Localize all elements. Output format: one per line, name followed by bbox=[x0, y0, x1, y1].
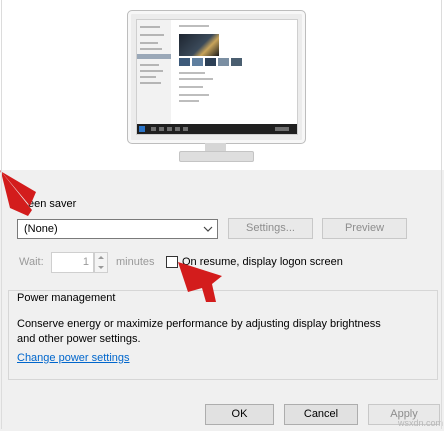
red-arrow-icon bbox=[178, 262, 222, 302]
power-management-title: Power management bbox=[17, 292, 116, 304]
wallpaper-thumbnail bbox=[179, 34, 219, 56]
power-management-description: Conserve energy or maximize performance … bbox=[17, 318, 381, 345]
spin-down-icon[interactable] bbox=[95, 263, 107, 272]
screen-saver-selected-value: (None) bbox=[24, 223, 58, 235]
settings-button[interactable]: Settings... bbox=[228, 218, 313, 239]
screen-main bbox=[171, 20, 297, 124]
change-power-settings-link[interactable]: Change power settings bbox=[17, 352, 130, 364]
ok-button[interactable]: OK bbox=[205, 404, 274, 425]
screen-saver-dropdown[interactable]: (None) bbox=[17, 219, 218, 239]
chevron-down-icon bbox=[203, 226, 213, 232]
watermark: wsxdn.com bbox=[398, 418, 444, 428]
wait-spinner[interactable] bbox=[94, 252, 108, 273]
red-arrow-icon bbox=[0, 170, 36, 216]
monitor-screen bbox=[136, 19, 298, 135]
monitor-base bbox=[179, 151, 254, 162]
spin-up-icon[interactable] bbox=[95, 253, 107, 262]
monitor-preview-illustration bbox=[127, 10, 306, 165]
minutes-label: minutes bbox=[116, 256, 155, 268]
screen-taskbar bbox=[137, 124, 297, 134]
preview-button[interactable]: Preview bbox=[322, 218, 407, 239]
wait-minutes-input[interactable]: 1 bbox=[51, 252, 94, 273]
monitor-stand bbox=[205, 143, 226, 151]
screen-sidebar bbox=[137, 20, 171, 124]
wait-label: Wait: bbox=[19, 256, 44, 268]
cancel-button[interactable]: Cancel bbox=[284, 404, 358, 425]
monitor-frame bbox=[127, 10, 306, 144]
